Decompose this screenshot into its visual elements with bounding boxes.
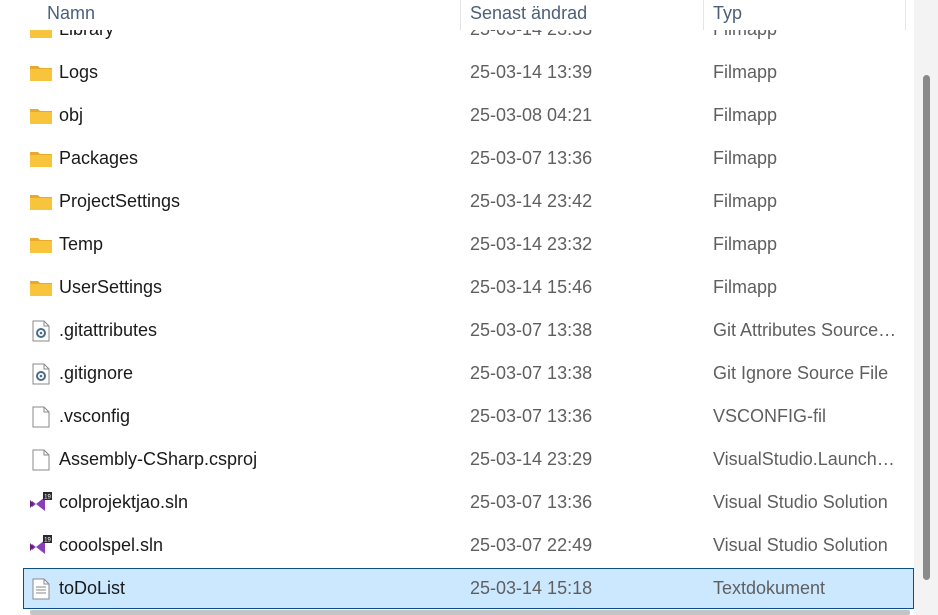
folder-icon	[29, 105, 53, 127]
file-date-modified: 25-03-07 13:36	[470, 406, 593, 426]
file-type: VisualStudio.Launche...	[713, 449, 898, 469]
settings-file-icon	[29, 320, 53, 342]
file-type: Visual Studio Solution	[713, 492, 888, 512]
file-row[interactable]: .gitattributes 25-03-07 13:38 Git Attribut…	[23, 310, 914, 351]
file-type: VSCONFIG-fil	[713, 406, 827, 426]
column-header-name[interactable]: Namn	[47, 0, 95, 30]
folder-icon	[29, 277, 53, 299]
scrollbar-thumb[interactable]	[923, 75, 930, 580]
svg-text:19: 19	[44, 495, 51, 501]
settings-file-icon	[29, 363, 53, 385]
file-row[interactable]: 19 cooolspel.sln 25-03-07 22:49 Visual Stud…	[23, 525, 914, 566]
file-type: Filmapp	[713, 148, 778, 168]
visual-studio-solution-icon: 19	[29, 535, 53, 557]
vertical-scrollbar[interactable]	[914, 0, 938, 615]
file-date-modified: 25-03-14 23:42	[470, 191, 593, 211]
file-row[interactable]: ProjectSettings 25-03-14 23:42 Filmapp	[23, 181, 914, 222]
file-date-modified: 25-03-14 23:29	[470, 449, 593, 469]
file-row[interactable]: toDoList 25-03-14 15:18 Textdokument	[23, 568, 914, 609]
column-divider[interactable]	[905, 0, 906, 30]
file-type: Git Attributes Source ...	[713, 320, 898, 340]
file-type: Filmapp	[713, 234, 778, 254]
file-name: colprojektjao.sln	[59, 492, 189, 512]
file-row[interactable]: Assembly-CSharp.csproj 25-03-14 23:29 Visu…	[23, 439, 914, 480]
blank-file-icon	[29, 406, 53, 428]
column-header-type[interactable]: Typ	[713, 0, 742, 30]
folder-icon	[29, 62, 53, 84]
file-type: Filmapp	[713, 62, 778, 82]
file-date-modified: 25-03-07 22:49	[470, 535, 593, 555]
visual-studio-solution-icon: 19	[29, 492, 53, 514]
column-divider[interactable]	[460, 0, 461, 30]
file-type: Textdokument	[713, 578, 826, 598]
folder-icon	[29, 191, 53, 213]
file-name: Assembly-CSharp.csproj	[59, 449, 258, 469]
column-divider[interactable]	[703, 0, 704, 30]
file-type: Filmapp	[713, 277, 778, 297]
file-name: obj	[59, 105, 84, 125]
file-date-modified: 25-03-14 13:39	[470, 62, 593, 82]
file-list: Library25-03-14 23:33FilmappLogs25-03-14…	[0, 0, 914, 615]
column-header: Namn Senast ändrad Typ	[0, 0, 914, 30]
file-date-modified: 25-03-07 13:36	[470, 148, 593, 168]
file-row[interactable]: Temp 25-03-14 23:32 Filmapp	[23, 224, 914, 265]
file-row[interactable]: .vsconfig 25-03-07 13:36 VSCONFIG-fil	[23, 396, 914, 437]
file-name: cooolspel.sln	[59, 535, 164, 555]
file-row[interactable]: Packages 25-03-07 13:36 Filmapp	[23, 138, 914, 179]
folder-icon	[29, 234, 53, 256]
file-name: UserSettings	[59, 277, 163, 297]
file-name: Temp	[59, 234, 104, 254]
column-header-date[interactable]: Senast ändrad	[470, 0, 587, 30]
file-name: .gitignore	[59, 363, 134, 383]
file-date-modified: 25-03-14 15:46	[470, 277, 593, 297]
text-document-icon	[29, 578, 53, 600]
file-date-modified: 25-03-08 04:21	[470, 105, 593, 125]
file-type: Visual Studio Solution	[713, 535, 888, 555]
file-row[interactable]: 19 colprojektjao.sln 25-03-07 13:36 Visual …	[23, 482, 914, 523]
file-type: Filmapp	[713, 191, 778, 211]
file-name: Packages	[59, 148, 139, 168]
file-row[interactable]: .gitignore 25-03-07 13:38 Git Ignore Sourc…	[23, 353, 914, 394]
file-name: .vsconfig	[59, 406, 131, 426]
file-date-modified: 25-03-07 13:38	[470, 363, 593, 383]
folder-icon	[29, 148, 53, 170]
file-type: Filmapp	[713, 105, 778, 125]
file-type: Git Ignore Source File	[713, 363, 889, 383]
file-date-modified: 25-03-07 13:38	[470, 320, 593, 340]
file-date-modified: 25-03-14 15:18	[470, 578, 593, 598]
file-name: toDoList	[59, 578, 126, 598]
blank-file-icon	[29, 449, 53, 471]
file-date-modified: 25-03-14 23:32	[470, 234, 593, 254]
file-row[interactable]: obj 25-03-08 04:21 Filmapp	[23, 95, 914, 136]
file-row[interactable]: Logs 25-03-14 13:39 Filmapp	[23, 52, 914, 93]
file-date-modified: 25-03-07 13:36	[470, 492, 593, 512]
horizontal-scrollbar[interactable]	[30, 610, 910, 615]
file-row[interactable]: UserSettings 25-03-14 15:46 Filmapp	[23, 267, 914, 308]
file-name: ProjectSettings	[59, 191, 181, 211]
svg-text:19: 19	[44, 538, 51, 544]
file-name: .gitattributes	[59, 320, 158, 340]
file-name: Logs	[59, 62, 99, 82]
